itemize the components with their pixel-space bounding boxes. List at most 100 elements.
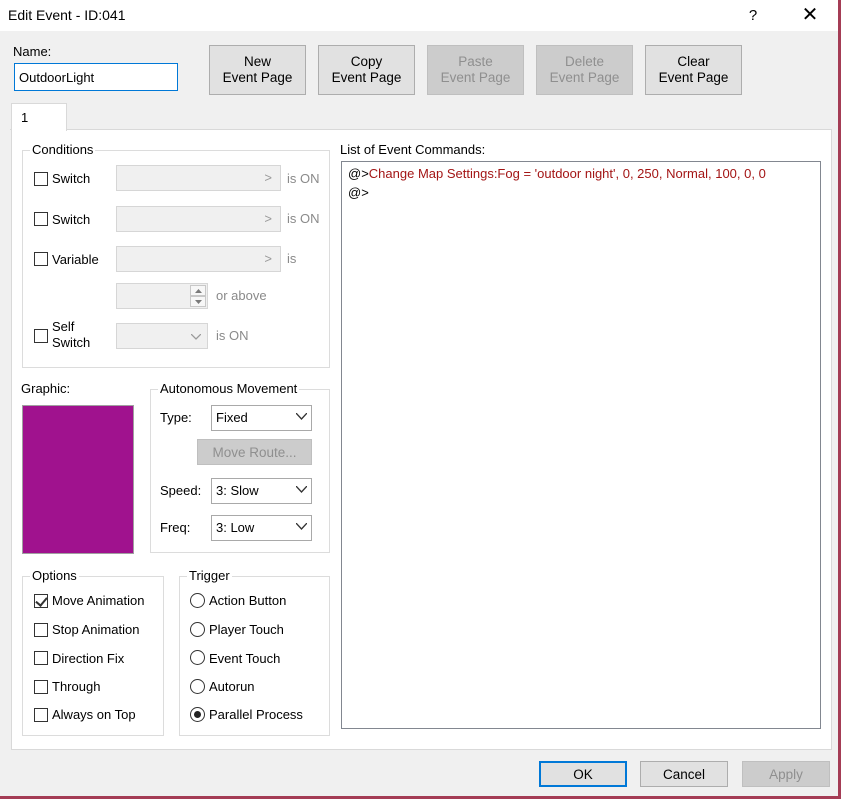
switch1-checkbox[interactable]	[34, 172, 48, 186]
trigger-title: Trigger	[187, 568, 232, 583]
switch1-suffix: is ON	[287, 171, 320, 186]
stepper-down-button[interactable]	[190, 296, 206, 307]
clear-button-line2: Event Page	[658, 70, 729, 85]
chevron-down-icon	[191, 334, 201, 340]
apply-button[interactable]: Apply	[742, 761, 830, 787]
stop-animation-checkbox[interactable]	[34, 623, 48, 637]
autorun-radio[interactable]	[190, 679, 205, 694]
variable-selector[interactable]: >	[116, 246, 281, 272]
variable-value-stepper[interactable]	[116, 283, 208, 309]
through-checkbox[interactable]	[34, 680, 48, 694]
direction-fix-label: Direction Fix	[52, 651, 125, 666]
stepper-up-button[interactable]	[190, 285, 206, 296]
player-touch-radio[interactable]	[190, 622, 205, 637]
copy-button-line2: Event Page	[331, 70, 402, 85]
through-label: Through	[52, 679, 101, 694]
close-button[interactable]: ✕	[788, 0, 832, 31]
new-button-line1: New	[243, 54, 271, 69]
player-touch-label: Player Touch	[209, 622, 284, 637]
switch1-selector[interactable]: >	[116, 165, 281, 191]
copy-event-page-button[interactable]: Copy Event Page	[318, 45, 415, 95]
help-button[interactable]: ?	[735, 0, 771, 31]
parallel-process-radio[interactable]	[190, 707, 205, 722]
chevron-down-icon	[296, 486, 307, 493]
variable-label: Variable	[52, 252, 99, 267]
triangle-down-icon	[195, 300, 202, 304]
freq-dropdown[interactable]: 3: Low	[211, 515, 312, 541]
action-button-label: Action Button	[209, 593, 287, 608]
autonomous-movement-title: Autonomous Movement	[158, 381, 300, 396]
self-switch-checkbox[interactable]	[34, 329, 48, 343]
clear-button-line1: Clear	[677, 54, 710, 69]
variable-suffix: is	[287, 251, 297, 266]
chevron-right-icon: >	[264, 170, 272, 185]
tab-strip-line	[10, 129, 832, 130]
tab-page-1-label: 1	[21, 110, 29, 125]
chevron-down-icon	[296, 413, 307, 420]
type-label: Type:	[160, 410, 192, 425]
clear-event-page-button[interactable]: Clear Event Page	[645, 45, 742, 95]
paste-button-line1: Paste	[458, 54, 493, 69]
name-input[interactable]	[14, 63, 178, 91]
action-button-radio[interactable]	[190, 593, 205, 608]
self-switch-suffix: is ON	[216, 328, 249, 343]
graphic-label: Graphic:	[21, 381, 71, 396]
move-animation-label: Move Animation	[52, 593, 145, 608]
stop-animation-label: Stop Animation	[52, 622, 140, 637]
self-switch-line2: Switch	[52, 335, 91, 350]
self-switch-dropdown[interactable]	[116, 323, 208, 349]
speed-label: Speed:	[160, 483, 202, 498]
command-line[interactable]: @>Change Map Settings:Fog = 'outdoor nig…	[348, 166, 766, 181]
event-touch-label: Event Touch	[209, 651, 281, 666]
command-prefix: @>	[348, 185, 369, 200]
direction-fix-checkbox[interactable]	[34, 651, 48, 665]
ok-button[interactable]: OK	[539, 761, 627, 787]
chevron-right-icon: >	[264, 211, 272, 226]
name-label: Name:	[13, 44, 52, 59]
freq-label: Freq:	[160, 520, 191, 535]
parallel-process-label: Parallel Process	[209, 707, 303, 722]
speed-dropdown[interactable]: 3: Slow	[211, 478, 312, 504]
triangle-up-icon	[195, 289, 202, 293]
copy-button-line1: Copy	[350, 54, 383, 69]
delete-button-line2: Event Page	[549, 70, 620, 85]
variable-checkbox[interactable]	[34, 252, 48, 266]
command-text: Change Map Settings:Fog = 'outdoor night…	[368, 166, 766, 181]
autorun-label: Autorun	[209, 679, 255, 694]
switch2-label: Switch	[52, 212, 91, 227]
paste-button-line2: Event Page	[440, 70, 511, 85]
new-button-line2: Event Page	[222, 70, 293, 85]
switch1-label: Switch	[52, 171, 91, 186]
title-bar	[0, 0, 841, 31]
command-prefix: @>	[348, 166, 369, 181]
or-above-label: or above	[216, 288, 267, 303]
paste-event-page-button[interactable]: Paste Event Page	[427, 45, 524, 95]
new-event-page-button[interactable]: New Event Page	[209, 45, 306, 95]
always-on-top-label: Always on Top	[52, 707, 136, 722]
type-dropdown[interactable]: Fixed	[211, 405, 312, 431]
window-title: Edit Event - ID:041	[8, 7, 126, 23]
chevron-right-icon: >	[264, 251, 272, 266]
switch2-suffix: is ON	[287, 211, 320, 226]
chevron-down-icon	[296, 523, 307, 530]
self-switch-line1: Self	[52, 319, 75, 334]
self-switch-label: Self Switch	[52, 319, 90, 351]
event-touch-radio[interactable]	[190, 650, 205, 665]
switch2-checkbox[interactable]	[34, 212, 48, 226]
graphic-preview[interactable]	[22, 405, 134, 554]
switch2-selector[interactable]: >	[116, 206, 281, 232]
event-commands-title: List of Event Commands:	[340, 142, 486, 157]
event-commands-list[interactable]: @>Change Map Settings:Fog = 'outdoor nig…	[341, 161, 821, 729]
delete-event-page-button[interactable]: Delete Event Page	[536, 45, 633, 95]
move-route-button[interactable]: Move Route...	[197, 439, 312, 465]
always-on-top-checkbox[interactable]	[34, 708, 48, 722]
speed-value: 3: Slow	[216, 483, 259, 498]
options-title: Options	[30, 568, 79, 583]
move-animation-checkbox[interactable]	[34, 594, 48, 608]
freq-value: 3: Low	[216, 520, 255, 535]
delete-button-line1: Delete	[564, 54, 605, 69]
command-line[interactable]: @>	[348, 185, 369, 200]
tab-page-1[interactable]: 1	[11, 103, 67, 131]
cancel-button[interactable]: Cancel	[640, 761, 728, 787]
conditions-title: Conditions	[30, 142, 96, 157]
